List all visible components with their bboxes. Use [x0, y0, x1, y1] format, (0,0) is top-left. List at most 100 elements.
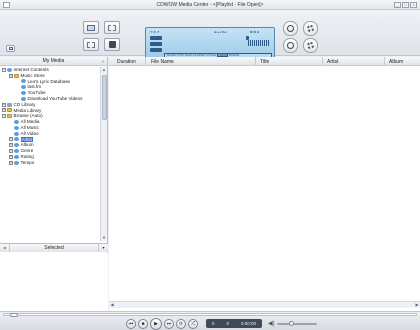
repeat-button[interactable]: ⟳ [176, 319, 186, 329]
record-icon [287, 25, 294, 32]
record-button[interactable] [283, 21, 298, 36]
skin-icon [87, 41, 95, 48]
volume-slider[interactable] [277, 321, 317, 326]
column-separator [322, 57, 323, 66]
settings-button[interactable] [303, 21, 318, 36]
lcd-segment [150, 42, 162, 46]
globe-icon [21, 79, 26, 84]
playlist-icon [108, 41, 116, 48]
disc-icon [287, 42, 294, 49]
lcd-segment [150, 36, 162, 40]
tree-scrollbar[interactable]: ▲ ▼ [100, 67, 107, 241]
expander-icon[interactable]: + [9, 73, 13, 78]
tree-node-label: Tempo [20, 159, 35, 165]
media-tree: − Internet Contents + Music Store Leo's Lyri… [0, 67, 100, 241]
selected-left-button[interactable]: ◂ [0, 244, 10, 252]
view-mode-button[interactable] [83, 21, 99, 34]
stop-button[interactable]: ■ [138, 319, 148, 329]
repeat-icon: ⟳ [178, 321, 184, 327]
scroll-thumb[interactable] [102, 75, 107, 120]
scroll-left-icon[interactable]: ◀ [109, 302, 115, 308]
column-separator [255, 57, 256, 66]
globe-icon [21, 91, 26, 96]
expander-icon[interactable]: − [2, 67, 6, 72]
file-list: Duration File Name Title Artist Album ◀ … [109, 57, 420, 311]
maximize-button[interactable]: □ [402, 2, 409, 8]
globe-icon [14, 143, 19, 148]
column-separator [384, 57, 385, 66]
expander-icon[interactable]: + [2, 108, 6, 113]
expander-icon[interactable]: + [9, 137, 13, 142]
burn-button[interactable] [283, 38, 298, 53]
volume-icon[interactable]: ◀) [268, 320, 275, 327]
my-media-title: My Media [42, 58, 65, 64]
toolbar: ⟲ ⚙ ↺ ⊕ ▸ ♦ Bal ⇆ ⇆ ⊞ MUSIC POP JAZZ CLA… [0, 10, 420, 60]
close-button[interactable]: × [410, 2, 417, 8]
list-hscrollbar[interactable]: ◀ ▶ [109, 301, 420, 308]
folder-icon [14, 73, 19, 78]
window-title: CDWOW Media Center - <[Playlist - File O… [156, 2, 264, 8]
minimize-button[interactable]: _ [394, 2, 401, 8]
previous-icon: ⏮ [128, 321, 134, 327]
lcd-top-mid: ⊕ ▸ ♦ Bal [214, 30, 227, 34]
folder-icon [7, 108, 12, 113]
column-file-name[interactable]: File Name [151, 59, 174, 65]
list-header: Duration File Name Title Artist Album [109, 57, 420, 66]
column-album[interactable]: Album [389, 59, 403, 65]
tree-node-label: Download YouTube Videos [27, 95, 83, 101]
lcd-segment [150, 48, 162, 52]
expander-icon[interactable]: + [9, 149, 13, 154]
my-media-header[interactable]: My Media ◊ [0, 57, 107, 66]
scroll-right-icon[interactable]: ▶ [414, 302, 420, 308]
column-duration[interactable]: Duration [117, 59, 136, 65]
tiny-toggle-button[interactable] [6, 45, 15, 52]
lcd-top-right: ⇆ ⇆ ⊞ [250, 30, 260, 34]
visualizer-button[interactable] [104, 21, 120, 34]
selected-bar: ◂ Selected ▾ [0, 243, 108, 252]
playlist-button[interactable] [104, 38, 120, 51]
globe-icon [14, 131, 19, 136]
column-title[interactable]: Title [260, 59, 269, 65]
play-button[interactable]: ▶ [150, 318, 162, 330]
window-controls: _ □ × [394, 2, 417, 8]
globe-icon [14, 154, 19, 159]
sidebar: My Media ◊ − Internet Contents + Music Stor… [0, 57, 108, 311]
previous-button[interactable]: ⏮ [126, 319, 136, 329]
expander-icon[interactable]: − [2, 114, 6, 119]
folder-icon [7, 114, 12, 119]
column-separator [145, 57, 146, 66]
globe-icon [14, 149, 19, 154]
play-icon: ▶ [154, 321, 158, 327]
tree-node[interactable]: + Tempo [0, 160, 100, 166]
shuffle-icon: ⤮ [190, 321, 195, 327]
lcd-top-left: ⟲ ⚙ ↺ [150, 30, 160, 34]
seek-bar[interactable] [3, 313, 417, 317]
expander-icon[interactable]: + [9, 154, 13, 159]
skin-button[interactable] [83, 38, 99, 51]
expander-icon[interactable]: + [2, 102, 6, 107]
chevron-icon: ◊ [102, 58, 104, 64]
column-artist[interactable]: Artist [327, 59, 338, 65]
selected-panel [0, 253, 108, 311]
options-button[interactable] [303, 38, 318, 53]
selected-tab[interactable]: Selected [10, 245, 98, 251]
options-icon [307, 42, 314, 49]
time-mid: 0 [226, 321, 229, 326]
selected-right-button[interactable]: ▾ [98, 244, 108, 252]
time-display: 0 0 0:00:00 [206, 319, 262, 328]
expander-icon[interactable]: + [9, 143, 13, 148]
drive-icon [7, 102, 12, 107]
scroll-up-icon[interactable]: ▲ [101, 67, 107, 73]
globe-icon [14, 160, 19, 165]
lcd-equalizer [248, 40, 270, 46]
lcd-display: ⟲ ⚙ ↺ ⊕ ▸ ♦ Bal ⇆ ⇆ ⊞ MUSIC POP JAZZ CLA… [145, 27, 275, 60]
shuffle-button[interactable]: ⤮ [188, 319, 198, 329]
globe-icon [21, 96, 26, 101]
scroll-down-icon[interactable]: ▼ [101, 235, 107, 241]
volume-knob[interactable] [289, 321, 294, 326]
globe-icon [14, 120, 19, 125]
player-bar: ⏮ ■ ▶ ⏭ ⟳ ⤮ 0 0 0:00:00 ◀) [0, 311, 420, 330]
next-button[interactable]: ⏭ [164, 319, 174, 329]
expander-icon[interactable]: + [9, 160, 13, 165]
seek-knob[interactable] [10, 313, 18, 317]
